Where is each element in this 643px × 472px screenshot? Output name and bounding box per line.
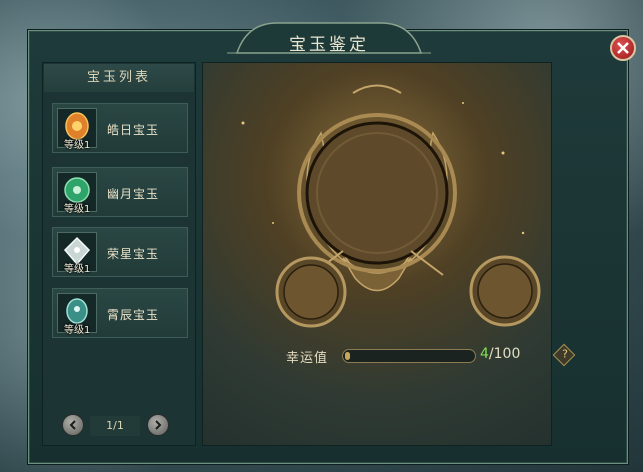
- gem-item[interactable]: 等级1 霄辰宝玉: [52, 288, 188, 338]
- close-button[interactable]: [610, 35, 636, 61]
- help-icon: ?: [562, 347, 568, 361]
- gem-level: 等级1: [64, 264, 91, 275]
- gem-level: 等级1: [64, 204, 91, 215]
- gem-item[interactable]: 等级1 荣星宝玉: [52, 227, 188, 277]
- gem-icon: 等级1: [57, 172, 97, 215]
- gem-name: 皓日宝玉: [107, 123, 160, 137]
- gem-item[interactable]: 等级1 皓日宝玉: [52, 103, 188, 153]
- close-icon: [617, 42, 629, 54]
- pager-prev-button[interactable]: [62, 414, 84, 436]
- luck-current: 4: [480, 346, 489, 362]
- chevron-right-icon: [155, 420, 162, 430]
- gem-icon: 等级1: [57, 232, 97, 275]
- gem-list-header: 宝玉列表: [44, 64, 194, 92]
- gem-name: 荣星宝玉: [107, 247, 160, 261]
- gem-name: 霄辰宝玉: [107, 308, 160, 322]
- gem-list-panel: 宝玉列表 等级1 皓日宝玉 等级1 幽月宝玉 等级1 荣星宝玉 等级1 霄辰宝玉: [42, 62, 196, 446]
- appraisal-stage: [202, 62, 552, 446]
- gem-level: 等级1: [64, 325, 91, 336]
- luck-value: 4/100: [480, 346, 520, 362]
- luck-max: /100: [488, 346, 521, 362]
- luck-label: 幸运值: [286, 351, 329, 366]
- gem-item[interactable]: 等级1 幽月宝玉: [52, 167, 188, 217]
- gem-name: 幽月宝玉: [107, 187, 160, 201]
- gem-icon: 等级1: [57, 108, 97, 151]
- chevron-left-icon: [69, 420, 76, 430]
- pager-indicator: 1/1: [90, 416, 140, 436]
- luck-progress-bar: [342, 349, 476, 363]
- gem-icon: 等级1: [57, 293, 97, 336]
- pager-next-button[interactable]: [147, 414, 169, 436]
- luck-progress-fill: [345, 352, 351, 360]
- gem-level: 等级1: [64, 140, 91, 151]
- appraisal-ornament: [241, 84, 541, 328]
- window-title: 宝玉鉴定: [289, 35, 369, 55]
